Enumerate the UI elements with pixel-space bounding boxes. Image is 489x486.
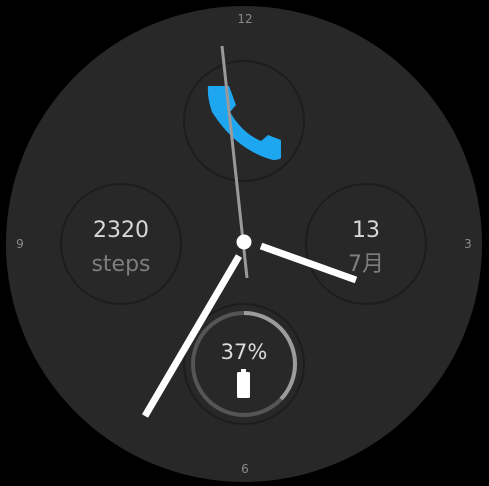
numeral-9: 9 xyxy=(16,237,24,251)
numeral-12: 12 xyxy=(237,12,252,26)
date-month: 7月 xyxy=(348,252,384,277)
date-day: 13 xyxy=(352,218,380,243)
numeral-6: 6 xyxy=(241,462,249,476)
numeral-3: 3 xyxy=(464,237,472,251)
steps-label: steps xyxy=(91,252,150,277)
battery-icon xyxy=(237,369,250,398)
watch-face: 12 3 6 9 2320 steps 13 7月 37% xyxy=(0,0,489,486)
battery-percent: 37% xyxy=(221,340,268,364)
steps-count: 2320 xyxy=(93,218,149,243)
hands-center-hub xyxy=(236,234,252,250)
